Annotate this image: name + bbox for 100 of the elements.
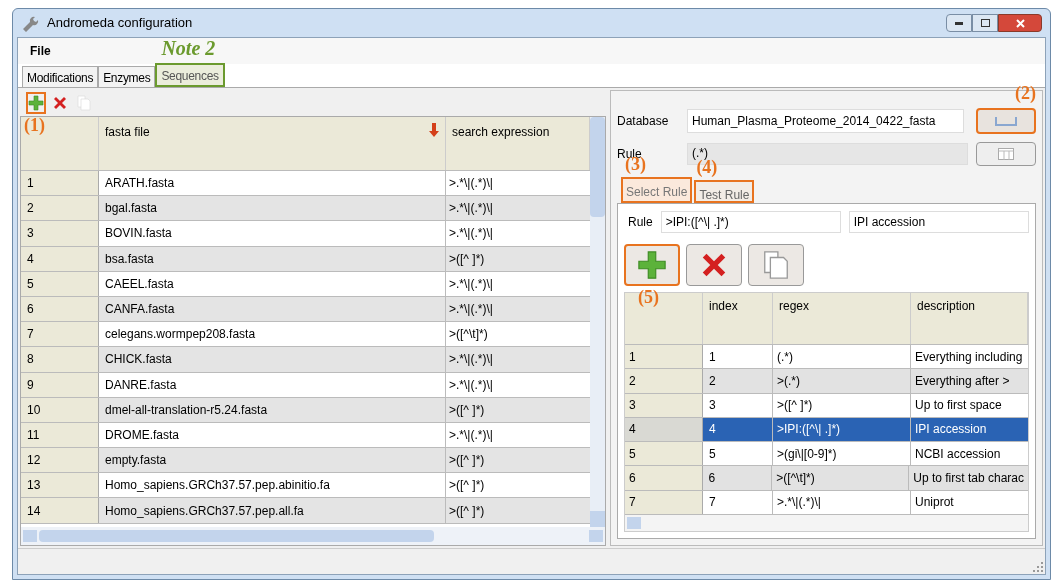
plus-icon — [637, 250, 667, 280]
database-button[interactable] — [976, 108, 1036, 134]
table-cell-text: NCBI accession — [914, 445, 1002, 463]
table-row[interactable]: 5 5 >(gi\|[0-9]*) NCBI accession — [625, 442, 1028, 467]
copy-rule-button[interactable] — [748, 244, 804, 286]
table-cell-text: >.*\|(.*)\| — [448, 200, 494, 218]
row-header[interactable]: 14 — [21, 498, 99, 523]
table-cell-text: >([^\t]*) — [448, 326, 489, 344]
row-header[interactable]: 1 — [625, 345, 703, 369]
table-cell-text: >.*\|(.*)\| — [448, 426, 494, 444]
table-cell: >(gi\|[0-9]*) — [773, 442, 911, 466]
table-cell-text: >([^ ]*) — [448, 452, 486, 470]
maximize-button[interactable] — [972, 14, 998, 32]
regex-field[interactable]: >IPI:([^\| .]*) — [660, 211, 841, 233]
table-cell: >(.*) — [773, 369, 911, 393]
column-header[interactable]: fasta file — [99, 117, 446, 170]
table-row[interactable]: 3 3 >([^ ]*) Up to first space — [625, 393, 1028, 418]
table-row[interactable]: 6 6 >([^\t]*) Up to first tab charac — [625, 466, 1028, 491]
table-cell: BOVIN.fasta — [99, 221, 446, 246]
table-cell-text: >.*\|(.*)\| — [448, 301, 494, 319]
row-header[interactable]: 9 — [21, 372, 99, 397]
copy-icon — [761, 250, 791, 280]
table-icon — [998, 148, 1014, 160]
column-header[interactable]: regex — [773, 293, 911, 344]
row-header[interactable]: 6 — [21, 296, 99, 322]
close-button[interactable] — [998, 14, 1042, 32]
plus-icon — [28, 95, 44, 111]
row-header[interactable]: 1 — [21, 171, 99, 196]
row-header[interactable]: 11 — [21, 422, 99, 448]
field-label: Database — [617, 113, 670, 130]
maximize-icon — [980, 19, 990, 27]
delete-rule-button[interactable] — [686, 244, 742, 286]
table-cell: DROME.fasta — [99, 422, 446, 448]
tab[interactable]: Modifications — [22, 66, 99, 87]
close-icon — [1015, 18, 1025, 28]
callout-label: Note 2 — [161, 38, 216, 58]
table-cell: 3 — [703, 393, 773, 417]
table-cell-text: IPI accession — [914, 421, 988, 439]
row-header[interactable]: 10 — [21, 397, 99, 422]
tab[interactable]: Select Rule — [621, 177, 693, 203]
row-header[interactable]: 12 — [21, 448, 99, 473]
table-cell: Homo_sapiens.GRCh37.57.pep.all.fa — [99, 498, 446, 523]
table-row[interactable]: 7 7 >.*\|(.*)\| Uniprot — [625, 490, 1028, 515]
row-header[interactable]: 3 — [625, 393, 703, 417]
table-cell: dmel-all-translation-r5.24.fasta — [99, 397, 446, 422]
row-header[interactable]: 13 — [21, 473, 99, 498]
row-header[interactable]: 7 — [625, 490, 703, 514]
table-cell: celegans.wormpep208.fasta — [99, 322, 446, 347]
table-cell: 5 — [703, 442, 773, 466]
description-field[interactable]: IPI accession — [848, 211, 1029, 233]
wrench-icon — [21, 14, 39, 32]
table-cell: >([^\t]*) — [772, 466, 910, 490]
table-cell: (.*) — [773, 345, 911, 369]
table-row[interactable]: 4 4 >IPI:([^\| .]*) IPI accession — [625, 417, 1028, 443]
table-cell-text: Everything after > — [914, 372, 1011, 390]
row-header[interactable]: 3 — [21, 221, 99, 246]
table-cell: 6 — [702, 466, 773, 490]
table-cell-text: >([^ ]*) — [448, 502, 486, 520]
table-cell: 2 — [703, 369, 773, 393]
close-icon — [52, 95, 68, 111]
table-row[interactable]: 2 2 >(.*) Everything after > — [625, 369, 1028, 394]
row-header[interactable]: 4 — [625, 417, 703, 442]
table-cell: 4 — [703, 417, 773, 442]
window-title: Andromeda configuration — [47, 14, 193, 33]
horizontal-scrollbar[interactable] — [21, 527, 605, 545]
table-cell: CHICK.fasta — [99, 347, 446, 372]
row-header[interactable]: 7 — [21, 322, 99, 347]
table-cell: ARATH.fasta — [99, 171, 446, 196]
row-header[interactable]: 8 — [21, 347, 99, 372]
table-cell-text: >.*\|(.*)\| — [448, 225, 494, 243]
row-header[interactable]: 5 — [21, 271, 99, 296]
column-header[interactable]: index — [703, 293, 773, 344]
callout-label: (1) — [24, 116, 45, 134]
menu-item[interactable]: File — [30, 42, 51, 60]
table-cell-text: Up to first space — [914, 397, 1003, 415]
tab[interactable]: Enzymes — [98, 66, 156, 87]
table-cell-text: >([^ ]*) — [448, 401, 486, 419]
table-cell: >IPI:([^\| .]*) — [773, 417, 911, 442]
table-cell: >([^ ]*) — [773, 393, 911, 417]
tab[interactable]: Test Rule — [694, 180, 755, 203]
add-button[interactable] — [26, 92, 46, 114]
table-cell-text: >([^ ]*) — [448, 477, 486, 495]
table-row[interactable]: 1 1 (.*) Everything including — [625, 345, 1028, 370]
database-field[interactable]: Human_Plasma_Proteome_2014_0422_fasta — [687, 109, 964, 133]
column-header[interactable]: description — [911, 293, 1028, 344]
tab[interactable]: Sequences — [155, 63, 225, 87]
vertical-scrollbar[interactable] — [590, 117, 605, 527]
minimize-button[interactable] — [946, 14, 972, 32]
table-cell: >.*\|(.*)\| — [773, 490, 911, 514]
row-header[interactable]: 4 — [21, 246, 99, 271]
row-header[interactable]: 2 — [625, 369, 703, 393]
row-header[interactable]: 5 — [625, 442, 703, 466]
table-cell-text: >([^ ]*) — [448, 250, 486, 268]
table-picker-button[interactable] — [976, 142, 1036, 166]
table-cell-text: Up to first tab charac — [912, 470, 1025, 488]
table-cell-text: Everything including — [914, 348, 1024, 366]
row-header[interactable]: 2 — [21, 196, 99, 221]
row-header[interactable]: 6 — [625, 466, 703, 490]
callout-label: (2) — [1015, 84, 1036, 102]
add-rule-button[interactable] — [624, 244, 680, 286]
